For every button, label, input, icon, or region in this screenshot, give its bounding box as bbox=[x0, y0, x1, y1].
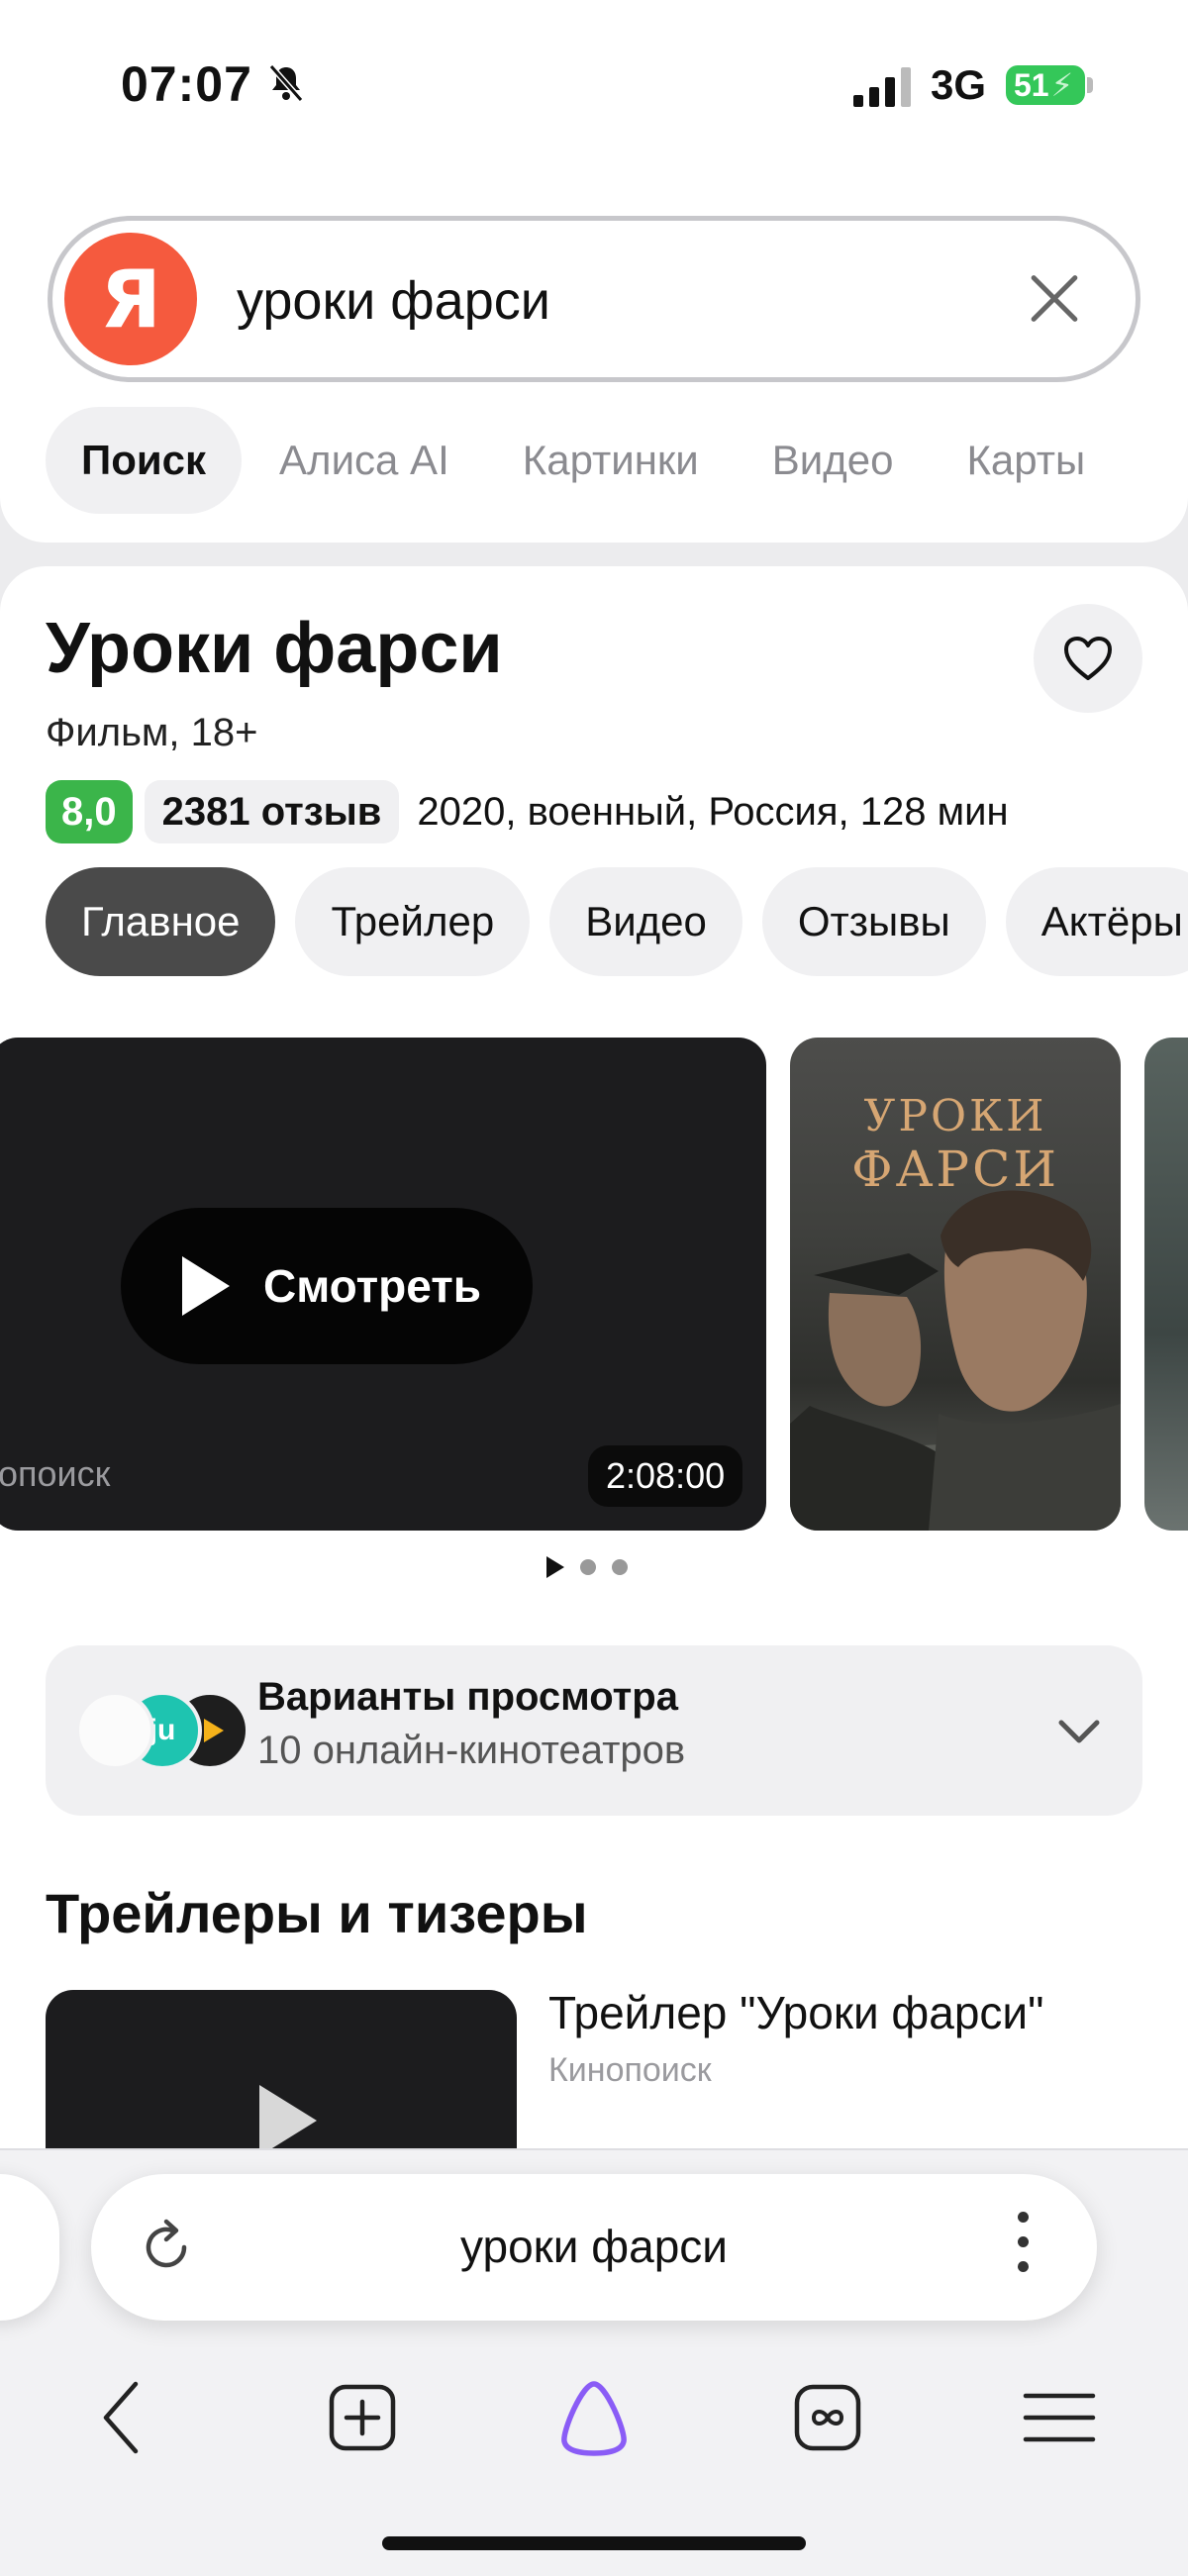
alice-button[interactable] bbox=[544, 2358, 644, 2477]
new-tab-button[interactable] bbox=[313, 2358, 412, 2477]
reviews-badge[interactable]: 2381 отзыв bbox=[144, 780, 400, 843]
trailer-source: Кинопоиск bbox=[548, 2051, 712, 2089]
search-query[interactable]: уроки фарси bbox=[237, 270, 550, 332]
search-input[interactable]: Я уроки фарси bbox=[48, 216, 1140, 382]
tabs-button[interactable] bbox=[778, 2358, 877, 2477]
clear-icon[interactable] bbox=[1019, 264, 1088, 334]
search-header: Я уроки фарси Поиск Алиса AI Картинки Ви… bbox=[0, 139, 1188, 543]
tab-alice[interactable]: Алиса AI bbox=[244, 407, 485, 514]
watch-button[interactable]: Смотреть bbox=[121, 1208, 533, 1364]
film-subtitle: Фильм, 18+ bbox=[46, 711, 258, 754]
carousel-dot[interactable] bbox=[580, 1559, 596, 1575]
cinema-icons: ju bbox=[75, 1691, 249, 1770]
watch-options[interactable]: ju Варианты просмотра 10 онлайн-кинотеат… bbox=[46, 1645, 1142, 1816]
rating-badge[interactable]: 8,0 bbox=[46, 780, 133, 843]
previous-tab-pill[interactable] bbox=[0, 2174, 59, 2321]
battery-indicator: 51 ⚡ bbox=[1006, 65, 1085, 105]
trailer-thumbnail[interactable] bbox=[46, 1990, 517, 2150]
tab-images[interactable]: Картинки bbox=[487, 407, 735, 514]
carousel-dot[interactable] bbox=[612, 1559, 628, 1575]
film-section-chips: Главное Трейлер Видео Отзывы Актёры bbox=[46, 867, 1188, 976]
chip-reviews[interactable]: Отзывы bbox=[761, 867, 986, 976]
chip-video[interactable]: Видео bbox=[549, 867, 742, 976]
chevron-left-icon bbox=[103, 2381, 139, 2454]
next-poster-peek[interactable] bbox=[1144, 1038, 1188, 1531]
film-meta-line: 8,0 2381 отзыв 2020, военный, Россия, 12… bbox=[46, 780, 1009, 843]
status-bar: 07:07 3G 51 ⚡ bbox=[0, 0, 1188, 139]
browser-nav bbox=[0, 2358, 1188, 2477]
browser-bottom-bar: уроки фарси bbox=[0, 2148, 1188, 2576]
tab-search[interactable]: Поиск bbox=[46, 407, 243, 514]
heart-icon bbox=[1064, 637, 1112, 680]
film-poster[interactable]: УРОКИ ФАРСИ bbox=[790, 1038, 1121, 1531]
vertical-tabs: Поиск Алиса AI Картинки Видео Карты bbox=[46, 406, 1123, 515]
provider-label: опоиск bbox=[0, 1453, 111, 1494]
carousel-play-icon bbox=[546, 1556, 564, 1578]
watch-options-subtitle: 10 онлайн-кинотеатров bbox=[257, 1729, 686, 1772]
charging-bolt-icon: ⚡ bbox=[1050, 67, 1074, 103]
trailers-section-title: Трейлеры и тизеры bbox=[46, 1882, 588, 1944]
home-indicator[interactable] bbox=[382, 2536, 806, 2550]
film-meta: 2020, военный, Россия, 128 мин bbox=[417, 789, 1009, 834]
tabs-icon bbox=[794, 2384, 861, 2451]
cellular-signal-icon bbox=[853, 67, 911, 107]
film-card: Уроки фарси Фильм, 18+ 8,0 2381 отзыв 20… bbox=[0, 566, 1188, 2150]
play-icon bbox=[259, 2085, 317, 2150]
address-text[interactable]: уроки фарси bbox=[91, 2220, 1097, 2273]
play-icon bbox=[182, 1256, 230, 1316]
battery-level: 51 bbox=[1014, 66, 1049, 103]
chip-actors[interactable]: Актёры bbox=[1005, 867, 1188, 976]
network-type: 3G bbox=[931, 61, 987, 108]
status-time: 07:07 bbox=[121, 56, 252, 112]
chip-trailer[interactable]: Трейлер bbox=[295, 867, 531, 976]
more-icon[interactable] bbox=[1018, 2212, 1030, 2283]
tab-maps[interactable]: Карты bbox=[931, 407, 1121, 514]
back-button[interactable] bbox=[73, 2358, 172, 2477]
watch-label: Смотреть bbox=[263, 1260, 482, 1312]
menu-button[interactable] bbox=[1010, 2358, 1109, 2477]
bell-muted-icon bbox=[268, 64, 304, 102]
hamburger-icon bbox=[1023, 2393, 1096, 2442]
chevron-down-icon[interactable] bbox=[1051, 1703, 1107, 1758]
chip-main[interactable]: Главное bbox=[46, 867, 276, 976]
video-player[interactable]: Смотреть опоиск 2:08:00 bbox=[0, 1038, 766, 1531]
favorite-button[interactable] bbox=[1034, 604, 1142, 713]
battery-tip bbox=[1087, 77, 1093, 93]
watch-options-title: Варианты просмотра bbox=[257, 1675, 678, 1719]
duration-badge: 2:08:00 bbox=[588, 1445, 743, 1507]
tab-video[interactable]: Видео bbox=[737, 407, 930, 514]
alice-icon bbox=[561, 2381, 627, 2456]
cinema-logo-light bbox=[75, 1691, 154, 1770]
yandex-logo[interactable]: Я bbox=[64, 233, 197, 365]
address-bar[interactable]: уроки фарси bbox=[91, 2174, 1097, 2321]
trailer-title[interactable]: Трейлер "Уроки фарси" bbox=[548, 1986, 1043, 2039]
plus-square-icon bbox=[329, 2384, 396, 2451]
carousel-indicator bbox=[546, 1556, 628, 1578]
poster-art bbox=[790, 1190, 1121, 1531]
film-title: Уроки фарси bbox=[46, 609, 503, 688]
